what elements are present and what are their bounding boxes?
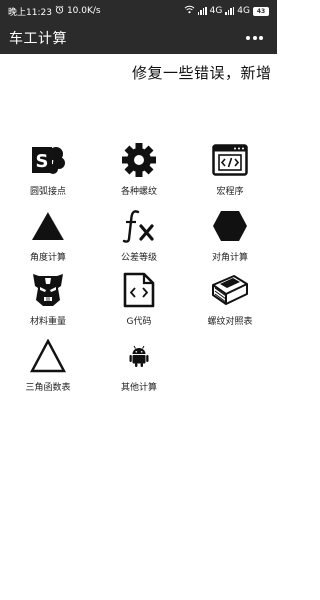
signal-icon-2 — [225, 7, 235, 15]
network-type-2: 4G — [237, 6, 250, 16]
android-icon — [119, 336, 159, 376]
function-fx-icon — [119, 206, 159, 246]
network-type-1: 4G — [209, 6, 223, 16]
grid-item-tolerance[interactable]: 公差等级 — [93, 206, 185, 268]
hexagon-icon — [210, 206, 250, 246]
triangle-outline-icon — [28, 336, 68, 376]
signal-icon-1 — [197, 7, 207, 15]
grid-item-label: 其他计算 — [120, 383, 157, 393]
sharepoint-s-icon: S — [28, 140, 68, 180]
status-left: 晚上11:23 10.0K/s — [8, 5, 101, 18]
battery-level: 43 — [256, 7, 266, 15]
grid-item-label: 公差等级 — [120, 253, 157, 263]
grid-item-angle[interactable]: 角度计算 — [2, 206, 94, 268]
app-title: 车工计算 — [9, 31, 67, 47]
triangle-icon — [28, 206, 68, 246]
book-icon — [210, 270, 250, 310]
status-bar: 晚上11:23 10.0K/s 4G 4G 43 — [0, 0, 277, 22]
gear-icon — [119, 140, 159, 180]
grid-item-label: 三角函数表 — [25, 383, 71, 393]
grid-item-diagonal[interactable]: 对角计算 — [184, 206, 276, 268]
grid-item-label: 螺纹对照表 — [207, 317, 253, 327]
network-speed: 10.0K/s — [66, 6, 101, 16]
grid-item-gcode[interactable]: G代码 — [93, 270, 185, 332]
grid-item-label: 宏程序 — [216, 187, 244, 197]
grid-item-material-weight[interactable]: 材料重量 — [2, 270, 94, 332]
grid-item-trig-table[interactable]: 三角函数表 — [2, 336, 94, 398]
battery-icon: 43 — [253, 6, 269, 16]
grid-item-label: 各种螺纹 — [120, 187, 157, 197]
app-bar: 车工计算 — [0, 22, 277, 54]
alarm-icon — [55, 5, 64, 17]
grid-item-other[interactable]: 其他计算 — [93, 336, 185, 398]
grid-item-arc[interactable]: S 圆弧接点 — [2, 140, 94, 202]
grid-item-label: 角度计算 — [29, 253, 66, 263]
more-vert-icon[interactable] — [242, 32, 267, 44]
status-right: 4G 4G 43 — [184, 5, 269, 17]
grid-item-label: G代码 — [126, 317, 152, 327]
code-file-icon — [119, 270, 159, 310]
wifi-icon — [184, 5, 195, 17]
svg-text:S: S — [36, 151, 49, 172]
grid-item-label: 材料重量 — [29, 317, 66, 327]
code-window-icon — [210, 140, 250, 180]
grid-item-label: 圆弧接点 — [29, 187, 66, 197]
grid-item-thread-table[interactable]: 螺纹对照表 — [184, 270, 276, 332]
transformer-mask-icon — [28, 270, 68, 310]
grid-item-label: 对角计算 — [211, 253, 248, 263]
grid-item-threads[interactable]: 各种螺纹 — [93, 140, 185, 202]
grid-item-macro[interactable]: 宏程序 — [184, 140, 276, 202]
announcement-marquee: 修复一些错误，新增 — [132, 64, 272, 82]
status-time: 晚上11:23 — [8, 7, 52, 18]
